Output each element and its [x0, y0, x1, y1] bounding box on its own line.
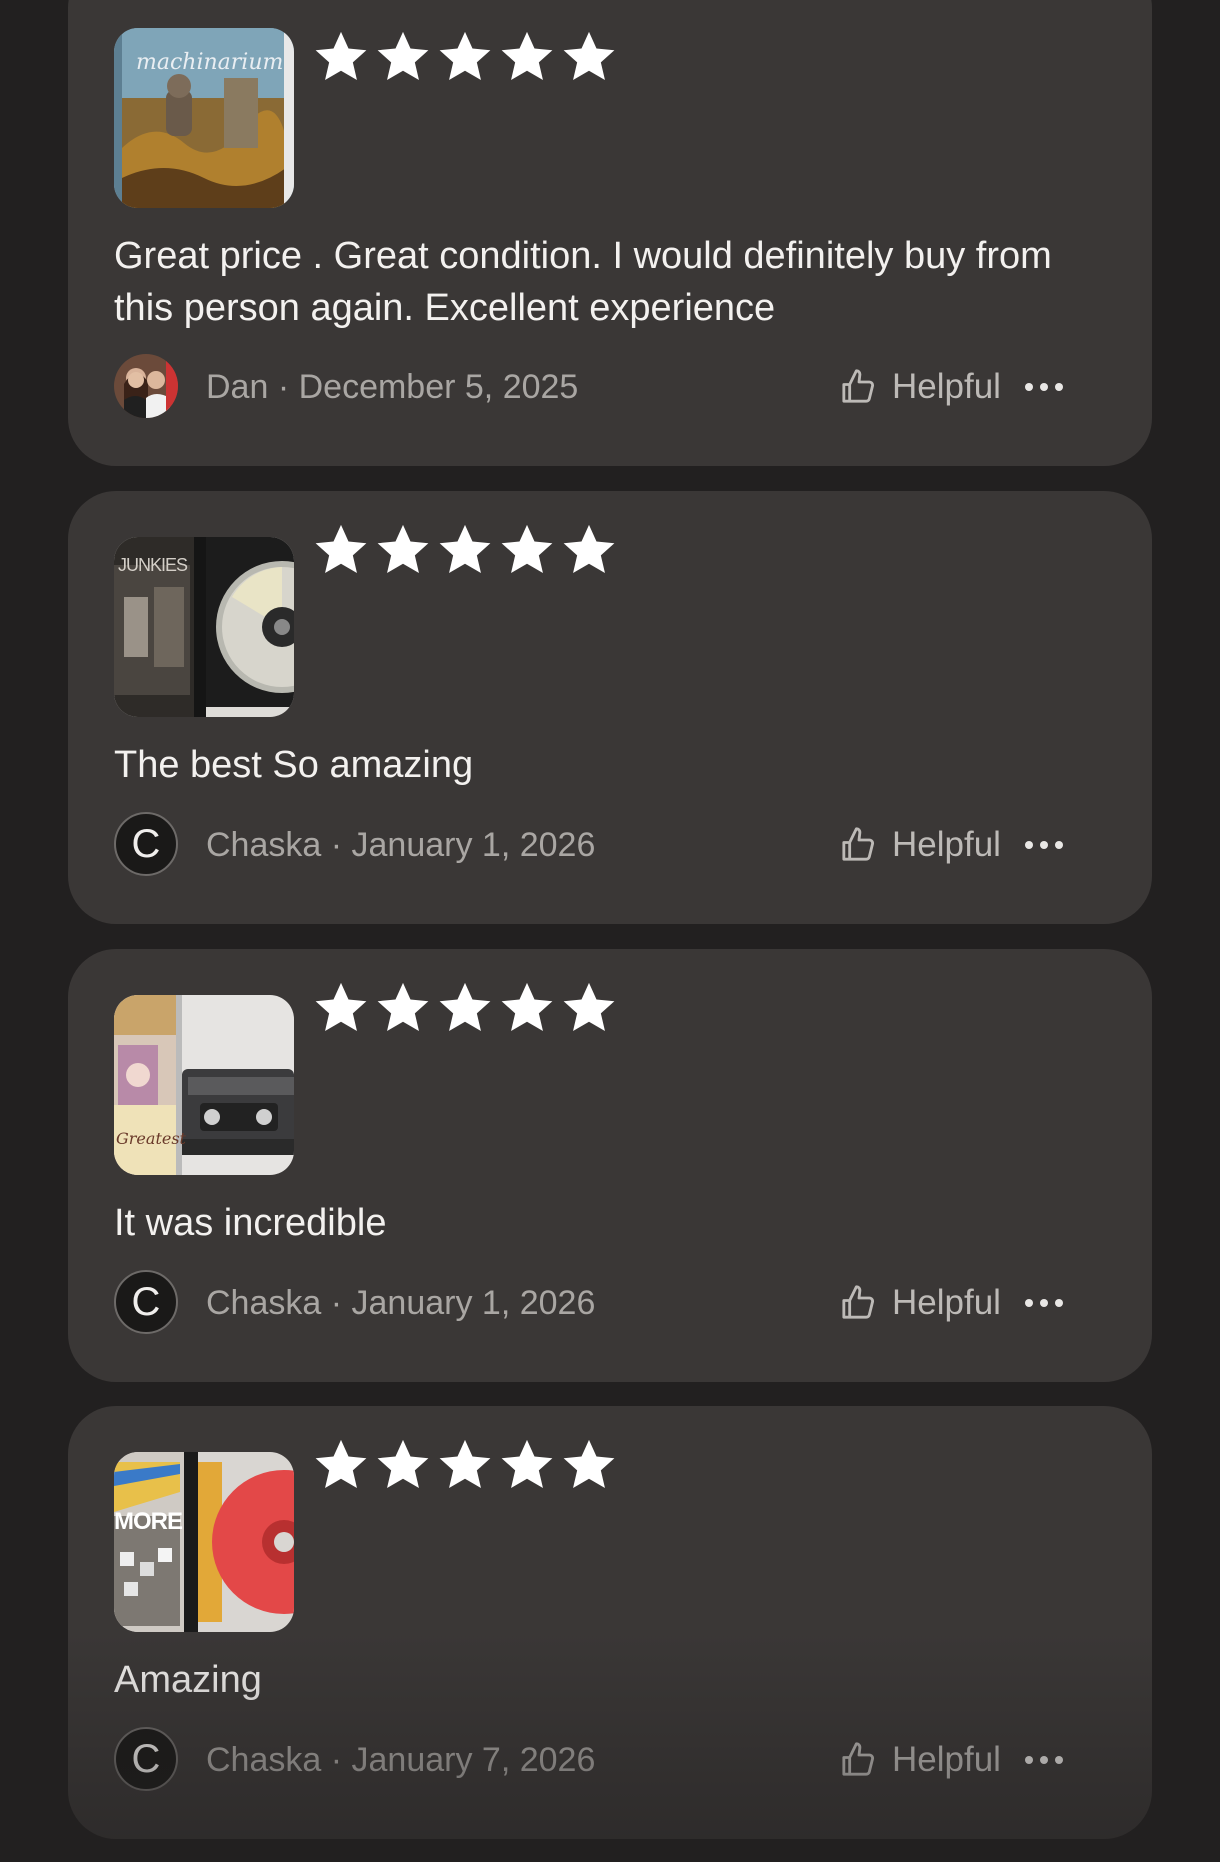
review-text: Amazing [114, 1659, 262, 1701]
cover-title-label: JUNKIES [118, 555, 188, 575]
more-dot [1040, 1299, 1048, 1307]
thumbs-up-icon [838, 825, 878, 865]
star-icon [560, 1436, 618, 1494]
star-icon [312, 521, 370, 579]
reviewer-name[interactable]: Dan [206, 368, 268, 406]
machinarium-cover-image[interactable]: machinarium [114, 28, 294, 208]
star-icon [560, 521, 618, 579]
helpful-label: Helpful [892, 825, 1001, 864]
review-card: MORE Amazing C Chaska · January 7, 2026 … [68, 1406, 1152, 1839]
more-options-button[interactable] [1014, 812, 1074, 878]
star-icon [436, 979, 494, 1037]
avatar[interactable] [114, 354, 178, 418]
review-meta: Dan · December 5, 2025 Helpful [114, 354, 1114, 420]
more-dots-icon [1025, 1299, 1033, 1307]
review-text: It was incredible [114, 1202, 387, 1244]
helpful-button[interactable]: Helpful [838, 1727, 1001, 1793]
star-icon [374, 521, 432, 579]
review-card: machinarium Great price . Great conditio… [68, 0, 1152, 466]
reviewer-name[interactable]: Chaska [206, 1284, 321, 1322]
star-icon [374, 1436, 432, 1494]
star-icon [374, 28, 432, 86]
reviewer-name[interactable]: Chaska [206, 1741, 321, 1779]
cover-title-label: machinarium [136, 50, 284, 75]
more-options-button[interactable] [1014, 1727, 1074, 1793]
review-meta: C Chaska · January 7, 2026 Helpful [114, 1727, 1114, 1793]
byline: Chaska · January 1, 2026 [206, 812, 595, 878]
more-dot [1055, 383, 1063, 391]
byline: Chaska · January 7, 2026 [206, 1727, 595, 1793]
thumbs-up-icon [838, 367, 878, 407]
helpful-label: Helpful [892, 1283, 1001, 1322]
red-cd-image[interactable]: MORE [114, 1452, 294, 1632]
star-rating [312, 1436, 618, 1494]
star-icon [312, 28, 370, 86]
helpful-label: Helpful [892, 367, 1001, 406]
star-rating [312, 521, 618, 579]
more-dots-icon [1025, 383, 1033, 391]
review-date: January 1, 2026 [351, 826, 596, 864]
star-icon [374, 979, 432, 1037]
separator: · [330, 1284, 343, 1322]
star-icon [498, 979, 556, 1037]
separator: · [330, 826, 343, 864]
helpful-button[interactable]: Helpful [838, 812, 1001, 878]
more-dot [1055, 1756, 1063, 1764]
more-options-button[interactable] [1014, 354, 1074, 420]
star-icon [312, 979, 370, 1037]
more-dots-icon [1025, 841, 1033, 849]
byline: Dan · December 5, 2025 [206, 354, 578, 420]
review-card: JUNKIES The best So amazing C Chaska · J… [68, 491, 1152, 924]
more-dot [1040, 1756, 1048, 1764]
star-icon [436, 1436, 494, 1494]
more-dot [1040, 841, 1048, 849]
star-icon [436, 521, 494, 579]
review-date: January 7, 2026 [351, 1741, 596, 1779]
review-meta: C Chaska · January 1, 2026 Helpful [114, 812, 1114, 878]
star-icon [560, 28, 618, 86]
reviewer-name[interactable]: Chaska [206, 826, 321, 864]
more-dot [1055, 1299, 1063, 1307]
thumbs-up-icon [838, 1283, 878, 1323]
cassette-tape-image[interactable]: Greatest [114, 995, 294, 1175]
more-dot [1040, 383, 1048, 391]
review-date: December 5, 2025 [298, 368, 579, 406]
star-icon [498, 521, 556, 579]
byline: Chaska · January 1, 2026 [206, 1270, 595, 1336]
more-dots-icon [1025, 1756, 1033, 1764]
helpful-button[interactable]: Helpful [838, 1270, 1001, 1336]
helpful-button[interactable]: Helpful [838, 354, 1001, 420]
thumbs-up-icon [838, 1740, 878, 1780]
cd-case-image[interactable]: JUNKIES [114, 537, 294, 717]
avatar[interactable]: C [114, 812, 178, 876]
review-meta: C Chaska · January 1, 2026 Helpful [114, 1270, 1114, 1336]
star-rating [312, 979, 618, 1037]
star-icon [498, 1436, 556, 1494]
star-rating [312, 28, 618, 86]
star-icon [498, 28, 556, 86]
star-icon [560, 979, 618, 1037]
more-options-button[interactable] [1014, 1270, 1074, 1336]
more-dot [1055, 841, 1063, 849]
star-icon [312, 1436, 370, 1494]
cover-title-label: MORE [114, 1508, 183, 1535]
review-card: Greatest It was incredible C Chaska · Ja… [68, 949, 1152, 1382]
helpful-label: Helpful [892, 1740, 1001, 1779]
cover-title-label: Greatest [116, 1129, 186, 1148]
avatar[interactable]: C [114, 1270, 178, 1334]
review-text: Great price . Great condition. I would d… [114, 235, 1052, 329]
avatar[interactable]: C [114, 1727, 178, 1791]
star-icon [436, 28, 494, 86]
review-text: The best So amazing [114, 744, 474, 786]
separator: · [277, 368, 290, 406]
separator: · [330, 1741, 343, 1779]
review-date: January 1, 2026 [351, 1284, 596, 1322]
